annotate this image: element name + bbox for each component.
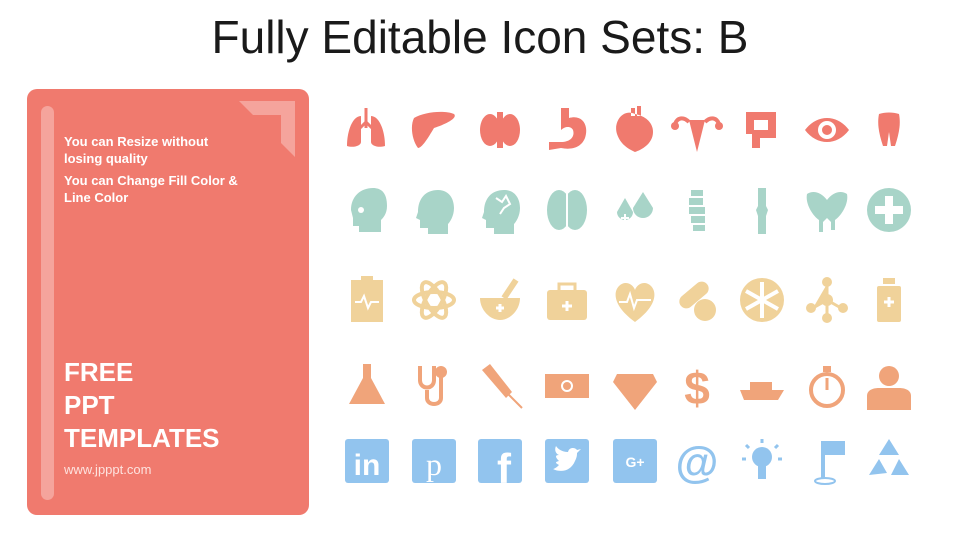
stopwatch-icon — [797, 356, 857, 416]
headline-line: FREE — [64, 357, 134, 387]
slide-title: Fully Editable Icon Sets: B — [211, 11, 749, 63]
skull-icon — [337, 180, 397, 240]
stomach-icon — [537, 100, 597, 160]
headline: FREE PPT TEMPLATES — [64, 356, 220, 455]
info-card: You can Resize without losing quality Yo… — [27, 89, 309, 515]
asterisk-circle-icon — [732, 270, 792, 330]
svg-text:@: @ — [676, 438, 719, 487]
brain-icon — [537, 180, 597, 240]
at-sign-icon: @ — [667, 431, 727, 491]
atom-icon — [404, 270, 464, 330]
intestine-icon — [732, 100, 792, 160]
ship-icon — [732, 356, 792, 416]
tooth-icon — [859, 100, 919, 160]
user-icon — [859, 356, 919, 416]
molecule-icon — [797, 270, 857, 330]
brain-head-icon — [470, 180, 530, 240]
heart-organ-icon — [605, 100, 665, 160]
facebook-icon: f — [470, 431, 530, 492]
first-aid-kit-icon — [537, 270, 597, 330]
kidneys-icon — [470, 100, 530, 160]
pinterest-icon: p — [404, 431, 464, 491]
knee-bone-icon — [732, 180, 792, 240]
svg-text:p: p — [426, 446, 442, 482]
lightbulb-icon — [732, 431, 792, 491]
svg-text:G+: G+ — [625, 454, 644, 470]
lungs-icon — [337, 100, 397, 160]
medical-cross-icon — [859, 180, 919, 240]
flask-icon — [337, 356, 397, 416]
resize-note: You can Resize without losing quality — [64, 134, 209, 166]
clipboard-ecg-icon — [337, 270, 397, 330]
stethoscope-icon — [404, 356, 464, 416]
head-icon — [404, 180, 464, 240]
corner-fold-icon — [239, 101, 295, 157]
svg-text:f: f — [497, 445, 512, 491]
syringe-icon — [470, 356, 530, 416]
linkedin-icon: in — [337, 431, 397, 491]
liver-icon — [404, 100, 464, 160]
svg-text:$: $ — [684, 362, 710, 414]
website-link[interactable]: www.jpppt.com — [64, 462, 151, 477]
spine-icon — [667, 180, 727, 240]
decorative-bar — [41, 106, 54, 500]
mortar-pestle-icon — [470, 270, 530, 330]
color-note: You can Change Fill Color & Line Color — [64, 173, 238, 205]
uterus-icon — [667, 100, 727, 160]
medicine-bottle-icon — [859, 270, 919, 330]
blood-drops-icon — [605, 180, 665, 240]
svg-text:in: in — [354, 449, 381, 482]
google-plus-icon: G+ — [605, 431, 665, 491]
recycle-icon — [859, 431, 919, 491]
diamond-icon — [605, 356, 665, 416]
headline-line: PPT — [64, 390, 115, 420]
golf-flag-icon — [797, 431, 857, 491]
dollar-icon: $ — [667, 356, 727, 416]
twitter-icon — [537, 431, 597, 491]
eye-icon — [797, 100, 857, 160]
pills-icon — [667, 270, 727, 330]
banknote-icon — [537, 356, 597, 416]
heart-ecg-icon — [605, 270, 665, 330]
headline-line: TEMPLATES — [64, 423, 220, 453]
pelvis-icon — [797, 180, 857, 240]
